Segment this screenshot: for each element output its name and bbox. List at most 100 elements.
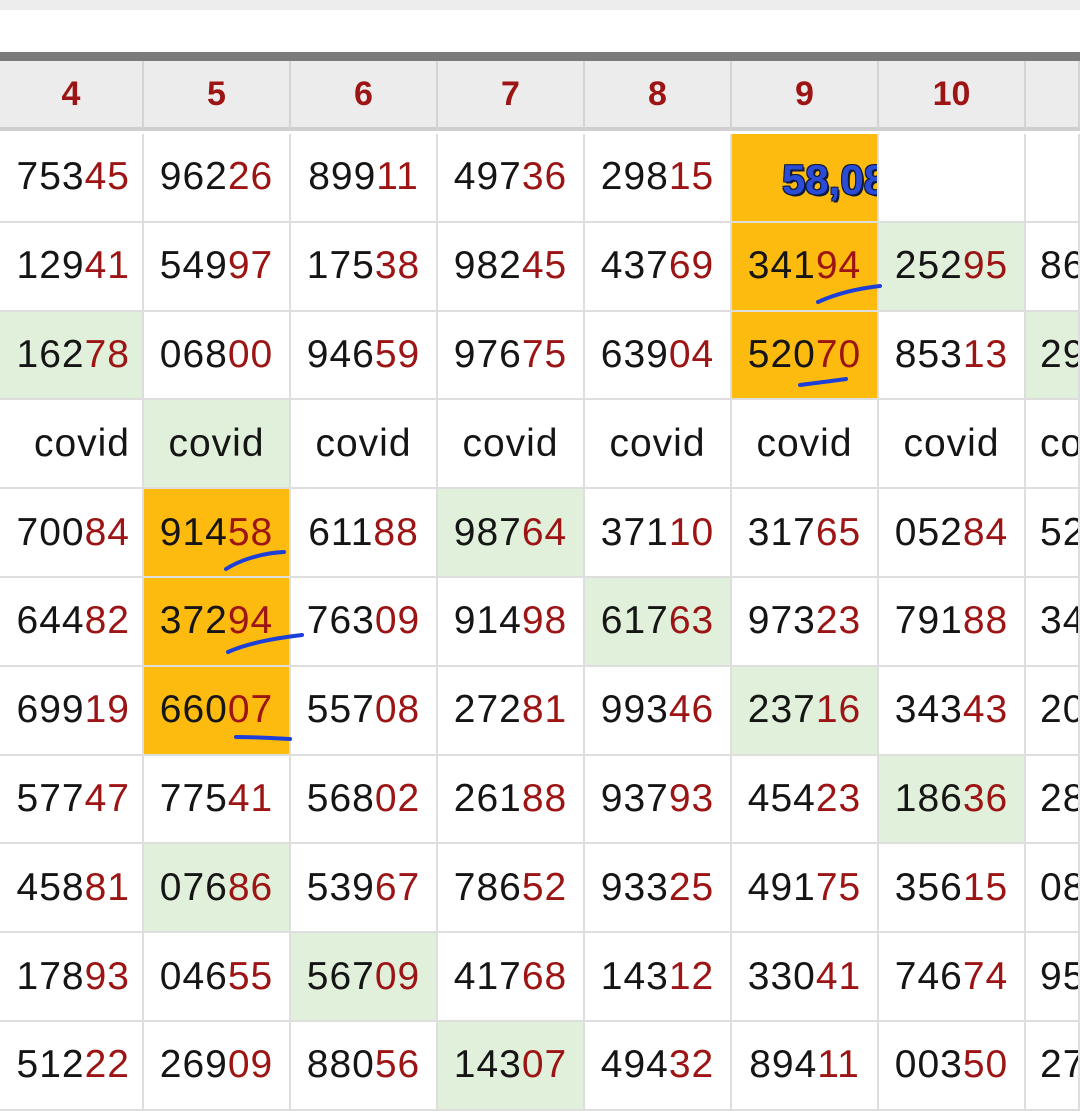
number-prefix: 894: [749, 1043, 818, 1087]
number-suffix: 67: [374, 865, 421, 909]
table-cell: 914 58: [144, 489, 291, 578]
number-suffix: 93: [668, 776, 715, 820]
number-prefix: 076: [159, 865, 228, 909]
number-suffix: 94: [227, 599, 274, 643]
number-prefix: 20: [1040, 688, 1078, 732]
table-cell: 937 93: [585, 755, 732, 845]
table-cell: 458 81: [0, 844, 144, 934]
number-prefix: 993: [600, 688, 669, 732]
covid-text: covid: [33, 421, 130, 465]
number-suffix: 84: [962, 510, 1009, 554]
number-suffix: 26: [227, 155, 274, 199]
number-prefix: 899: [308, 155, 377, 199]
table-cell: 491 75: [732, 844, 879, 934]
number-suffix: 59: [374, 332, 421, 376]
number-prefix: 512: [16, 1043, 85, 1087]
number-suffix: 68: [521, 954, 568, 998]
table-cell: 129 41: [0, 222, 144, 312]
number-suffix: 94: [815, 244, 862, 288]
number-suffix: 00: [227, 332, 274, 376]
table-cell: 617 63: [585, 578, 732, 667]
number-prefix: 143: [600, 954, 669, 998]
number-suffix: 13: [962, 332, 1009, 376]
number-prefix: 962: [159, 155, 228, 199]
number-suffix: 93: [84, 954, 130, 998]
table-cell: 52: [1026, 489, 1080, 578]
table-cell: 269 09: [144, 1022, 291, 1111]
number-prefix: 946: [306, 332, 375, 376]
table-cell: 639 04: [585, 311, 732, 401]
number-prefix: 129: [16, 244, 85, 288]
number-suffix: 02: [374, 776, 421, 820]
table-cell: 933 25: [585, 844, 732, 934]
number-prefix: 068: [159, 332, 228, 376]
number-prefix: 34: [1040, 599, 1078, 643]
number-prefix: 497: [453, 155, 522, 199]
table-cell: 976 75: [438, 311, 585, 401]
number-suffix: 41: [227, 776, 274, 820]
number-suffix: 15: [962, 865, 1009, 909]
number-prefix: 252: [894, 244, 963, 288]
table-cell: 341 94: [732, 222, 879, 312]
number-suffix: 88: [962, 599, 1009, 643]
table-cell: 298 15: [585, 134, 732, 223]
table-cell: 186 36: [879, 755, 1026, 845]
table-cell: 454 23: [732, 755, 879, 845]
number-prefix: 567: [306, 954, 375, 998]
table-cell: 58,08: [732, 134, 879, 223]
table-cell: 178 93: [0, 933, 144, 1022]
number-prefix: 261: [453, 776, 522, 820]
number-suffix: 52: [521, 865, 568, 909]
number-prefix: 568: [306, 776, 375, 820]
number-suffix: 08: [374, 688, 421, 732]
table-cell: 343 43: [879, 666, 1026, 756]
table-cell: 567 09: [291, 933, 438, 1022]
number-suffix: 23: [815, 776, 862, 820]
table-cell: 520 70: [732, 311, 879, 401]
table-cell: 753 45: [0, 134, 144, 223]
number-prefix: 330: [747, 954, 816, 998]
table-cell: 162 78: [0, 311, 144, 401]
table-cell: 746 74: [879, 933, 1026, 1022]
number-suffix: 63: [668, 599, 715, 643]
table-cell: 076 86: [144, 844, 291, 934]
number-prefix: 003: [894, 1043, 963, 1087]
highlight-label: 58,08: [781, 156, 879, 204]
table-cell: 539 67: [291, 844, 438, 934]
number-prefix: 973: [747, 599, 816, 643]
table-cell: 08: [1026, 844, 1080, 934]
table-cell: 417 68: [438, 933, 585, 1022]
table-cell: 660 07: [144, 666, 291, 756]
results-table: 4 5 6 7 8 9 10 753 45 962 26 899 11 497 36 298 15 58,08 12…: [0, 0, 1080, 1111]
table-cell: 143 12: [585, 933, 732, 1022]
table-cell: 993 46: [585, 666, 732, 756]
number-prefix: 699: [16, 688, 85, 732]
table-cell: 34: [1026, 578, 1080, 667]
number-prefix: 644: [16, 599, 85, 643]
number-suffix: 41: [815, 954, 862, 998]
number-suffix: 15: [668, 155, 715, 199]
table-cell: 28: [1026, 755, 1080, 845]
number-suffix: 97: [227, 244, 274, 288]
column-header: 6: [291, 61, 438, 131]
table-cell: 775 41: [144, 755, 291, 845]
column-header: 5: [144, 61, 291, 131]
covid-text: covid: [462, 421, 559, 465]
number-prefix: 549: [159, 244, 228, 288]
table-cell: covid: [0, 400, 144, 490]
number-suffix: 10: [668, 510, 715, 554]
table-cell: 237 16: [732, 666, 879, 756]
number-prefix: 52: [1040, 510, 1078, 554]
number-prefix: 95: [1040, 954, 1078, 998]
number-suffix: 38: [374, 244, 421, 288]
number-prefix: 753: [16, 155, 85, 199]
number-prefix: 372: [159, 599, 228, 643]
table-cell: 86: [1026, 222, 1080, 312]
column-header: [1026, 61, 1080, 131]
number-suffix: 56: [374, 1043, 421, 1087]
number-prefix: 052: [894, 510, 963, 554]
table-cell: 068 00: [144, 311, 291, 401]
number-suffix: 09: [374, 954, 421, 998]
number-suffix: 95: [962, 244, 1009, 288]
number-prefix: 29: [1040, 332, 1078, 376]
